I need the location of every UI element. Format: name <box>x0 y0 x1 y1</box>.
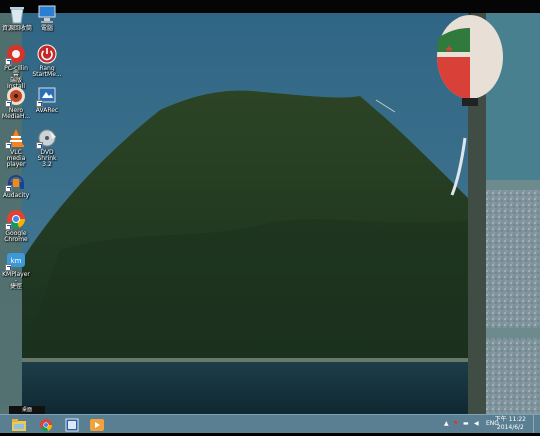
clock-time: 下午 11:22 <box>494 416 526 423</box>
show-desktop-button[interactable] <box>533 415 540 433</box>
audacity-icon <box>5 170 27 192</box>
desktop-icon-label: Audacity <box>2 192 30 199</box>
taskbar[interactable]: ▲ ⚑ ▬ ◀ ENG 下午 11:22 2014/6/2 <box>0 414 540 433</box>
top-black-bar <box>0 0 540 13</box>
nero-icon <box>5 85 27 107</box>
shortcut-arrow-icon <box>5 223 12 230</box>
clock-date: 2014/6/2 <box>496 424 524 431</box>
desktop-icon-label: DVD Shrink 3.2 <box>37 149 57 168</box>
dvd-shrink-icon <box>36 127 58 149</box>
desktop-icon-computer[interactable]: 電腦 <box>32 3 62 32</box>
file-explorer-icon <box>12 419 26 431</box>
avarec-icon <box>36 85 58 107</box>
desktop-icon-pc-cillin[interactable]: PC-cillin 雲 端版 Install <box>1 43 31 90</box>
media-player-icon <box>65 418 79 432</box>
pc-cillin-icon <box>5 43 27 65</box>
taskbar-media-player-button[interactable] <box>64 417 80 432</box>
shortcut-arrow-icon <box>5 100 12 107</box>
tray-clock[interactable]: 下午 11:22 2014/6/2 <box>495 416 526 432</box>
shortcut-arrow-icon <box>5 185 12 192</box>
computer-icon <box>36 3 58 25</box>
desktop-icon-label: Google Chrome <box>4 230 28 243</box>
desktop-icon-avarec[interactable]: AVARec <box>32 85 62 114</box>
desktop-icon-chrome[interactable]: Google Chrome <box>1 208 31 243</box>
desktop-icon-label: AVARec <box>35 107 59 114</box>
shortcut-arrow-icon <box>5 58 12 65</box>
chrome-icon <box>40 419 53 432</box>
tray-network-icon[interactable]: ▬ <box>463 415 469 433</box>
desktop-icon-audacity[interactable]: Audacity <box>1 170 31 199</box>
desktop-icon-vlc[interactable]: VLC media player <box>1 127 31 168</box>
start-tooltip: 桌面 <box>9 406 45 414</box>
vlc-icon <box>5 127 27 149</box>
desktop-icon-rang-startme[interactable]: Rang StartMe... <box>32 43 62 78</box>
shortcut-arrow-icon <box>5 264 12 271</box>
desktop-icon-label: VLC media player <box>6 149 26 168</box>
desktop-icon-label: Rang StartMe... <box>32 65 62 78</box>
kmplayer-icon: km <box>5 249 27 271</box>
desktop-icon-recycle-bin[interactable]: 資源回收筒 <box>2 3 32 32</box>
wallpaper <box>0 0 540 414</box>
shortcut-arrow-icon <box>5 142 12 149</box>
tray-chevron-up-icon[interactable]: ▲ <box>444 415 449 433</box>
kmplayer-icon <box>90 419 104 431</box>
taskbar-chrome-button[interactable] <box>38 417 54 432</box>
desktop-icon-nero[interactable]: Nero MediaH... <box>1 85 31 120</box>
shortcut-arrow-icon <box>36 142 43 149</box>
desktop-icon-dvd-shrink[interactable]: DVD Shrink 3.2 <box>32 127 62 168</box>
desktop-icon-label: 電腦 <box>40 25 53 32</box>
desktop-icon-kmplayer[interactable]: km KMPlayer - 捷徑 <box>1 249 31 290</box>
tray-flag-icon[interactable]: ⚑ <box>453 415 458 433</box>
taskbar-kmplayer-button[interactable] <box>89 417 105 431</box>
desktop[interactable]: 資源回收筒 電腦 PC-cillin 雲 端版 Install Rang Sta… <box>0 0 540 414</box>
recycle-bin-icon <box>6 3 28 25</box>
desktop-icon-label: 資源回收筒 <box>2 25 33 32</box>
chrome-icon <box>5 208 27 230</box>
power-icon <box>36 43 58 65</box>
taskbar-file-explorer-button[interactable] <box>11 417 27 431</box>
svg-text:km: km <box>11 257 22 265</box>
desktop-icon-label: Nero MediaH... <box>1 107 31 120</box>
desktop-icon-label: KMPlayer - 捷徑 <box>2 271 30 290</box>
shortcut-arrow-icon <box>36 100 43 107</box>
tray-volume-icon[interactable]: ◀ <box>474 415 479 433</box>
